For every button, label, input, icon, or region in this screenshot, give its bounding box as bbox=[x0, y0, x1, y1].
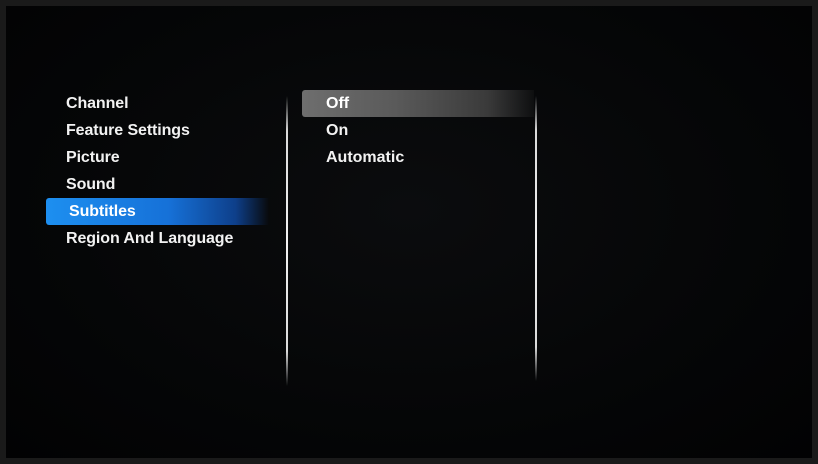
subtitle-options: Off On Automatic bbox=[302, 90, 534, 171]
column-divider-right bbox=[535, 96, 537, 381]
tv-bezel: Channel Feature Settings Picture Sound S… bbox=[0, 0, 818, 464]
option-automatic[interactable]: Automatic bbox=[302, 144, 534, 171]
menu-item-sound[interactable]: Sound bbox=[46, 171, 284, 198]
option-on[interactable]: On bbox=[302, 117, 534, 144]
settings-menu: Channel Feature Settings Picture Sound S… bbox=[46, 90, 284, 252]
menu-item-channel[interactable]: Channel bbox=[46, 90, 284, 117]
menu-item-subtitles[interactable]: Subtitles bbox=[46, 198, 269, 225]
column-divider-left bbox=[286, 96, 288, 386]
menu-item-region-and-language[interactable]: Region And Language bbox=[46, 225, 284, 252]
tv-screen: Channel Feature Settings Picture Sound S… bbox=[6, 6, 812, 458]
menu-item-feature-settings[interactable]: Feature Settings bbox=[46, 117, 284, 144]
menu-item-picture[interactable]: Picture bbox=[46, 144, 284, 171]
option-off[interactable]: Off bbox=[302, 90, 534, 117]
